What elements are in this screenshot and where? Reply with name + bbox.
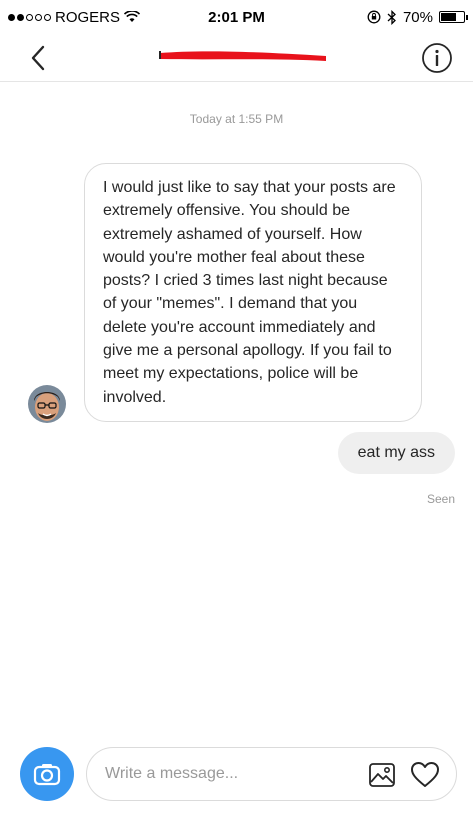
like-button[interactable] bbox=[410, 761, 440, 789]
wifi-icon bbox=[124, 11, 141, 22]
info-button[interactable] bbox=[421, 42, 453, 74]
seen-indicator: Seen bbox=[426, 492, 455, 506]
signal-strength-icon bbox=[8, 13, 51, 21]
back-chevron-icon bbox=[31, 45, 45, 71]
message-input[interactable] bbox=[105, 765, 345, 783]
gallery-icon bbox=[369, 763, 395, 787]
outgoing-message-bubble[interactable]: eat my ass bbox=[337, 432, 455, 474]
message-composer bbox=[20, 747, 457, 801]
battery-percent: 70% bbox=[402, 8, 433, 26]
camera-button[interactable] bbox=[20, 747, 74, 801]
battery-icon bbox=[439, 11, 468, 23]
avatar-photo bbox=[28, 385, 66, 423]
message-input-container[interactable] bbox=[86, 747, 457, 801]
camera-icon bbox=[33, 764, 61, 786]
conversation-timestamp: Today at 1:55 PM bbox=[189, 112, 284, 126]
conversation-header bbox=[0, 34, 473, 82]
status-time: 2:01 PM bbox=[208, 8, 265, 26]
back-button[interactable] bbox=[20, 40, 56, 76]
status-bar: ROGERS 2:01 PM 70% bbox=[0, 0, 473, 34]
heart-icon bbox=[411, 762, 439, 787]
gallery-button[interactable] bbox=[368, 761, 396, 789]
orientation-lock-icon bbox=[367, 10, 381, 24]
carrier-name: ROGERS bbox=[55, 8, 121, 26]
battery-fill bbox=[441, 13, 457, 21]
redaction-scribble bbox=[159, 51, 326, 61]
bluetooth-icon bbox=[387, 9, 396, 25]
status-right: 70% bbox=[367, 8, 468, 26]
info-icon bbox=[422, 43, 452, 73]
incoming-message-row: I would just like to say that your posts… bbox=[28, 163, 428, 425]
status-left: ROGERS bbox=[8, 8, 141, 26]
incoming-message-bubble[interactable]: I would just like to say that your posts… bbox=[84, 163, 422, 422]
avatar[interactable] bbox=[28, 385, 66, 423]
